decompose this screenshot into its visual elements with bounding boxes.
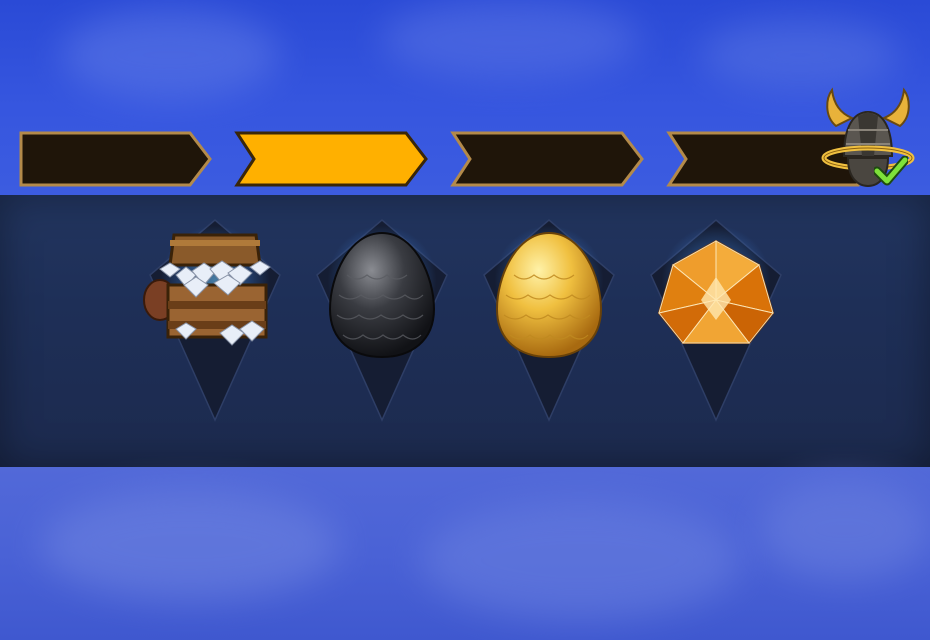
- cloud: [60, 10, 280, 100]
- reward-slot-2[interactable]: [307, 205, 457, 435]
- reward-slot-4[interactable]: [641, 205, 791, 435]
- game-screen: { "colors": { "step_inactive": "#1f1509"…: [0, 0, 930, 640]
- reward-slot-1[interactable]: [140, 205, 290, 435]
- progress-step-2: [234, 128, 430, 190]
- cloud: [380, 0, 640, 80]
- progress-track: [0, 120, 930, 195]
- cloud: [760, 480, 930, 580]
- reward-slot-3[interactable]: [474, 205, 624, 435]
- treasure-chest-diamonds-icon: [143, 233, 271, 346]
- cloud: [700, 20, 900, 90]
- orange-gem-icon: [657, 239, 775, 344]
- progress-step-1: [18, 128, 214, 190]
- golden-dragon-egg-icon: [495, 231, 603, 359]
- green-check-icon: [872, 155, 910, 186]
- black-dragon-egg-icon: [328, 231, 436, 359]
- cloud: [420, 500, 740, 620]
- cloud: [40, 490, 340, 600]
- progress-step-3: [450, 128, 646, 190]
